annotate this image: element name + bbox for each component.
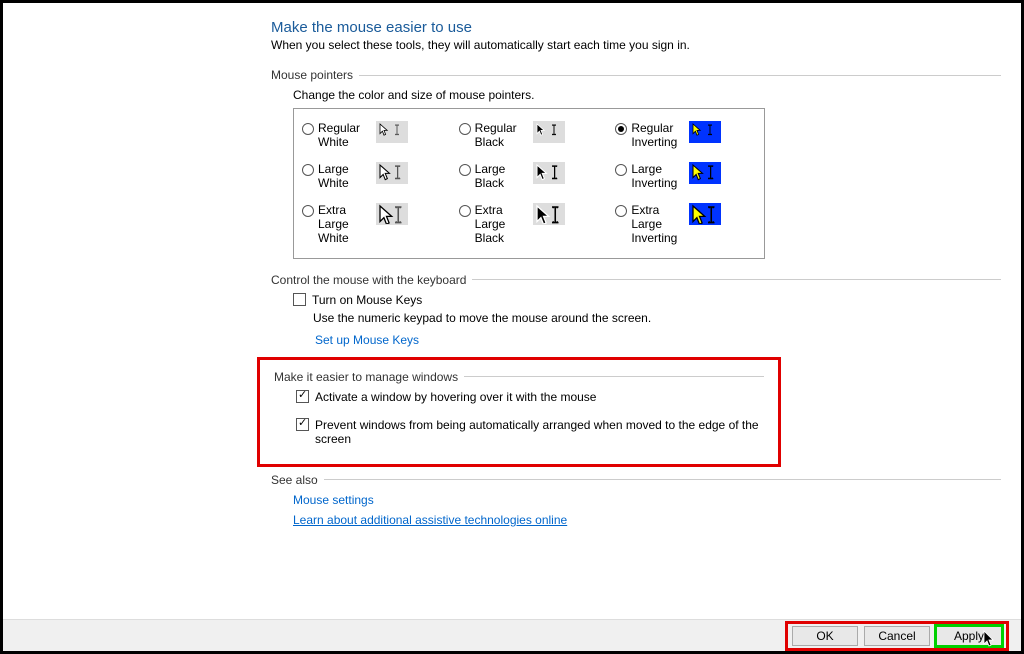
activate-hover-row[interactable]: Activate a window by hovering over it wi… [296, 390, 764, 404]
pointer-preview [689, 203, 721, 225]
pointer-radio[interactable] [459, 205, 471, 217]
dialog-footer: OK Cancel Apply [3, 619, 1021, 651]
pointer-option[interactable]: Large Inverting [607, 156, 764, 197]
highlight-footer-buttons: OK Cancel Apply [785, 621, 1009, 651]
pointer-preview [376, 203, 408, 225]
pointer-radio[interactable] [615, 123, 627, 135]
pointer-label: Extra Large White [318, 203, 374, 246]
section-mouse-pointers: Mouse pointers [271, 68, 1001, 82]
section-see-also: See also [271, 473, 1001, 487]
pointer-option[interactable]: Extra Large Inverting [607, 197, 764, 252]
mousekeys-label: Turn on Mouse Keys [312, 293, 422, 307]
pointer-option[interactable]: Regular White [294, 115, 451, 156]
pointer-label: Regular Black [475, 121, 531, 150]
pointer-option[interactable]: Extra Large Black [451, 197, 608, 252]
pointer-option[interactable]: Large White [294, 156, 451, 197]
pointer-radio[interactable] [459, 123, 471, 135]
page-title: Make the mouse easier to use [271, 19, 1001, 36]
pointer-label: Extra Large Inverting [631, 203, 687, 246]
activate-hover-label: Activate a window by hovering over it wi… [315, 390, 596, 404]
pointer-label: Large White [318, 162, 374, 191]
pointer-label: Extra Large Black [475, 203, 531, 246]
pointer-preview [533, 162, 565, 184]
highlight-manage-windows: Make it easier to manage windows Activat… [257, 357, 781, 467]
activate-hover-checkbox[interactable] [296, 390, 309, 403]
pointer-radio[interactable] [302, 205, 314, 217]
pointer-option[interactable]: Regular Inverting [607, 115, 764, 156]
pointer-option[interactable]: Large Black [451, 156, 608, 197]
pointer-caption: Change the color and size of mouse point… [293, 88, 1001, 102]
apply-button[interactable]: Apply [936, 626, 1002, 646]
pointer-label: Large Inverting [631, 162, 687, 191]
assistive-tech-link[interactable]: Learn about additional assistive technol… [293, 513, 1001, 527]
mouse-settings-link[interactable]: Mouse settings [293, 493, 1001, 507]
pointer-radio[interactable] [615, 164, 627, 176]
mousekeys-help: Use the numeric keypad to move the mouse… [313, 311, 1001, 325]
pointer-option[interactable]: Extra Large White [294, 197, 451, 252]
pointer-radio[interactable] [302, 123, 314, 135]
pointer-radio[interactable] [615, 205, 627, 217]
prevent-snap-checkbox[interactable] [296, 418, 309, 431]
section-manage-windows: Make it easier to manage windows [274, 370, 764, 384]
pointer-radio[interactable] [459, 164, 471, 176]
mousekeys-checkbox-row[interactable]: Turn on Mouse Keys [293, 293, 1001, 307]
pointer-options-grid: Regular White Regular Black Regular Invert… [293, 108, 765, 259]
pointer-option[interactable]: Regular Black [451, 115, 608, 156]
pointer-radio[interactable] [302, 164, 314, 176]
cancel-button[interactable]: Cancel [864, 626, 930, 646]
pointer-preview [376, 121, 408, 143]
pointer-label: Large Black [475, 162, 531, 191]
pointer-preview [533, 203, 565, 225]
setup-mousekeys-link[interactable]: Set up Mouse Keys [315, 333, 1001, 347]
pointer-label: Regular White [318, 121, 374, 150]
pointer-preview [689, 121, 721, 143]
pointer-preview [533, 121, 565, 143]
page-subtitle: When you select these tools, they will a… [271, 38, 1001, 52]
pointer-label: Regular Inverting [631, 121, 687, 150]
pointer-preview [376, 162, 408, 184]
pointer-preview [689, 162, 721, 184]
mousekeys-checkbox[interactable] [293, 293, 306, 306]
ok-button[interactable]: OK [792, 626, 858, 646]
section-keyboard-control: Control the mouse with the keyboard [271, 273, 1001, 287]
prevent-snap-label: Prevent windows from being automatically… [315, 418, 764, 446]
prevent-snap-row[interactable]: Prevent windows from being automatically… [296, 418, 764, 446]
